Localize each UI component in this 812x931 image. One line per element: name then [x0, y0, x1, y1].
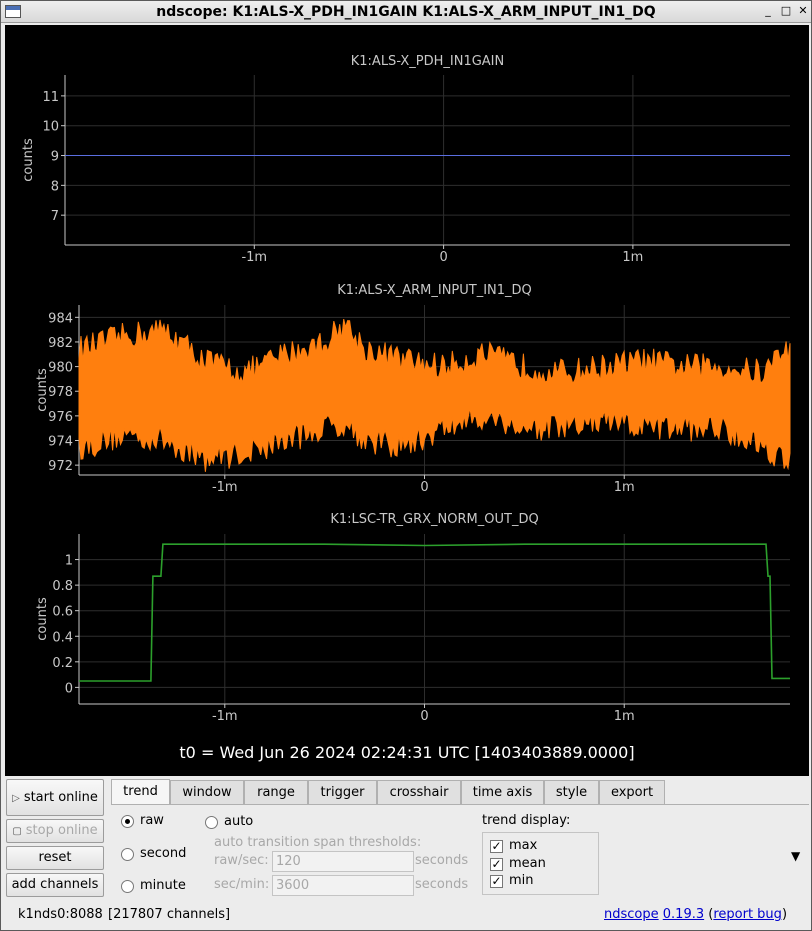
- app-name-link[interactable]: ndscope: [604, 907, 659, 922]
- sec-min-field[interactable]: 3600: [272, 875, 414, 896]
- y-tick-label: 976: [48, 410, 73, 425]
- display-max-checkbox[interactable]: ✓: [490, 840, 503, 853]
- sec-min-label: sec/min:: [214, 877, 270, 892]
- display-mean-label: mean: [509, 856, 546, 871]
- minimize-icon[interactable]: _: [761, 4, 775, 18]
- raw-sec-label: raw/sec:: [214, 853, 269, 868]
- plot-area[interactable]: K1:ALS-X_PDH_IN1GAIN -1m 0 1m 11 10 9 8 7 counts K…: [5, 25, 809, 776]
- mode-raw-radio[interactable]: [121, 815, 134, 828]
- play-icon: ▷: [12, 793, 20, 804]
- sec-min-unit: seconds: [415, 877, 469, 892]
- mode-second-label: second: [140, 846, 187, 861]
- x-tick-label: -1m: [241, 250, 267, 265]
- plot-title: K1:LSC-TR_GRX_NORM_OUT_DQ: [330, 512, 538, 527]
- t0-label: t0 = Wed Jun 26 2024 02:24:31 UTC [14034…: [179, 743, 635, 762]
- close-icon[interactable]: ✕: [796, 4, 810, 18]
- app-window: ndscope: K1:ALS-X_PDH_IN1GAIN K1:ALS-X_A…: [0, 0, 812, 931]
- start-online-label: start online: [23, 790, 98, 805]
- y-tick-label: 974: [48, 435, 73, 450]
- auto-thresholds-label: auto transition span thresholds:: [214, 835, 422, 850]
- y-tick-label: 978: [48, 385, 73, 400]
- display-mean-checkbox[interactable]: ✓: [490, 858, 503, 871]
- server-address: k1nds0:8088: [18, 907, 103, 922]
- version-link[interactable]: 0.19.3: [663, 907, 704, 922]
- window-title: ndscope: K1:ALS-X_PDH_IN1GAIN K1:ALS-X_A…: [156, 4, 656, 20]
- y-tick-label: 984: [48, 311, 73, 326]
- y-axis-label: counts: [21, 138, 36, 182]
- x-tick-label: -1m: [212, 480, 238, 495]
- y-tick-label: 0.8: [52, 579, 73, 594]
- tab-crosshair[interactable]: crosshair: [377, 780, 461, 805]
- x-tick-label: 1m: [614, 480, 635, 495]
- y-tick-label: 8: [51, 179, 59, 194]
- tab-export[interactable]: export: [599, 780, 665, 805]
- stop-online-label: stop online: [25, 823, 98, 838]
- mode-minute-radio[interactable]: [121, 880, 134, 893]
- tab-trigger[interactable]: trigger: [308, 780, 377, 805]
- trend-display-label: trend display:: [482, 813, 571, 828]
- plot-title: K1:ALS-X_ARM_INPUT_IN1_DQ: [337, 283, 532, 298]
- x-tick-label: 1m: [622, 250, 643, 265]
- x-tick-label: 0: [420, 480, 428, 495]
- stop-online-button[interactable]: ▢ stop online: [6, 819, 104, 843]
- plot-title: K1:ALS-X_PDH_IN1GAIN: [351, 54, 505, 69]
- mode-raw-label: raw: [140, 813, 164, 828]
- x-tick-label: 1m: [614, 709, 635, 724]
- stop-icon: ▢: [12, 826, 22, 837]
- y-tick-label: 10: [42, 120, 59, 135]
- y-tick-label: 0.6: [52, 605, 73, 620]
- tab-time-axis[interactable]: time axis: [461, 780, 544, 805]
- y-tick-label: 972: [48, 459, 73, 474]
- series-line: [79, 543, 790, 682]
- mode-auto-radio[interactable]: [205, 816, 218, 829]
- display-max-label: max: [509, 838, 538, 853]
- report-bug-link[interactable]: report bug: [713, 907, 782, 922]
- add-channels-button[interactable]: add channels: [6, 873, 104, 897]
- mode-auto-label: auto: [224, 814, 254, 829]
- start-online-button[interactable]: ▷ start online: [6, 779, 104, 816]
- y-tick-label: 0.4: [52, 630, 73, 645]
- y-tick-label: 11: [42, 90, 59, 105]
- y-tick-label: 0.2: [52, 656, 73, 671]
- y-axis-label: counts: [35, 368, 50, 412]
- app-info: ndscope 0.19.3 (report bug): [604, 907, 788, 922]
- expand-arrow-icon[interactable]: ▼: [791, 849, 800, 863]
- status-bar: k1nds0:8088 [217807 channels] ndscope 0.…: [1, 904, 811, 930]
- y-tick-label: 982: [48, 336, 73, 351]
- raw-sec-unit: seconds: [415, 853, 469, 868]
- title-bar[interactable]: ndscope: K1:ALS-X_PDH_IN1GAIN K1:ALS-X_A…: [1, 1, 811, 23]
- y-tick-label: 1: [65, 554, 73, 569]
- x-tick-label: -1m: [212, 709, 238, 724]
- x-tick-label: 0: [439, 250, 447, 265]
- tab-trend[interactable]: trend: [111, 779, 170, 805]
- x-tick-label: 0: [420, 709, 428, 724]
- y-tick-label: 980: [48, 361, 73, 376]
- mode-minute-label: minute: [140, 878, 186, 893]
- raw-sec-field[interactable]: 120: [272, 851, 414, 872]
- y-tick-label: 7: [51, 209, 59, 224]
- mode-second-radio[interactable]: [121, 848, 134, 861]
- y-tick-label: 9: [51, 150, 59, 165]
- y-axis-label: counts: [35, 597, 50, 641]
- y-tick-label: 0: [65, 681, 73, 696]
- tab-style[interactable]: style: [544, 780, 599, 805]
- display-min-checkbox[interactable]: ✓: [490, 875, 503, 888]
- channel-count: [217807 channels]: [108, 907, 231, 922]
- display-min-label: min: [509, 873, 534, 888]
- reset-button[interactable]: reset: [6, 846, 104, 870]
- maximize-icon[interactable]: □: [779, 4, 793, 18]
- plots-canvas[interactable]: K1:ALS-X_PDH_IN1GAIN-1m 0 1m1110987countsK…: [5, 25, 809, 776]
- tab-window[interactable]: window: [170, 780, 244, 805]
- tab-range[interactable]: range: [244, 780, 308, 805]
